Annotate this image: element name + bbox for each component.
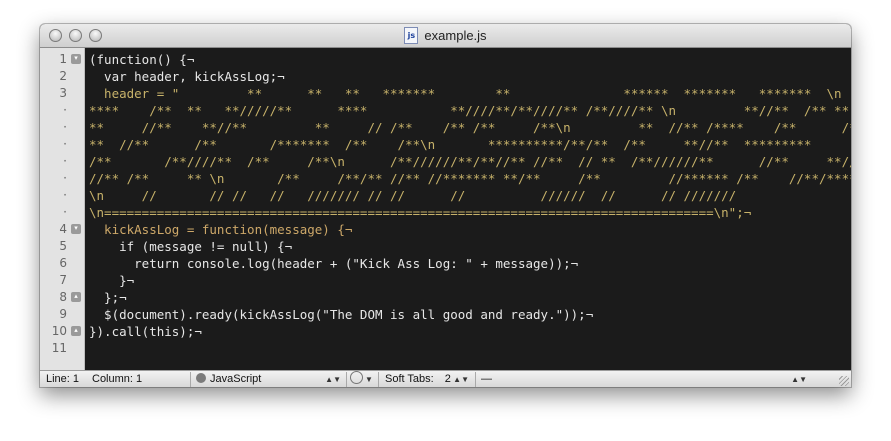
status-divider — [475, 372, 476, 387]
code-editor[interactable]: (function() {¬ var header, kickAssLog;¬ … — [85, 48, 851, 370]
gutter-row-3: 3 — [40, 85, 84, 102]
language-label: JavaScript — [210, 373, 262, 385]
dropdown-arrow-icon: ▼ — [365, 375, 373, 384]
wrap-indicator: · — [63, 154, 67, 168]
status-divider — [346, 372, 347, 387]
language-popup[interactable]: JavaScript ▲▼ — [196, 371, 345, 387]
code-line-7[interactable]: }¬ — [89, 272, 134, 289]
gutter-row-wrap: · — [40, 136, 84, 153]
code-line-9[interactable]: $(document).ready(kickAssLog("The DOM is… — [89, 306, 593, 323]
wrap-indicator: · — [63, 188, 67, 202]
javascript-file-icon: js — [404, 27, 419, 44]
gutter-row-wrap: · — [40, 204, 84, 221]
line-number: 7 — [59, 273, 67, 287]
line-number-gutter[interactable]: 1 ▾ 2 3 · · · · · · · 4 ▾ 5 6 7 8 ▴ 9 10 ▴ 1… — [40, 48, 85, 370]
line-number: 2 — [59, 69, 67, 83]
status-divider — [190, 372, 191, 387]
popup-arrows-icon: ▲▼ — [453, 375, 469, 384]
line-number: 3 — [59, 86, 67, 100]
popup-arrows-icon: ▲▼ — [791, 375, 807, 384]
fold-start-icon[interactable]: ▾ — [71, 224, 81, 234]
soft-tabs-popup[interactable]: Soft Tabs: 2 ▲▼ — [385, 371, 473, 387]
column-indicator: Column: 1 — [92, 373, 143, 385]
code-line-wrap[interactable]: \n // // // // /////// // // // ////// /… — [89, 187, 736, 204]
line-indicator: Line: 1 — [46, 373, 80, 385]
line-number: 8 — [59, 290, 67, 304]
code-line-5[interactable]: if (message != null) {¬ — [89, 238, 292, 255]
fold-end-icon[interactable]: ▴ — [71, 292, 81, 302]
wrap-indicator: · — [63, 137, 67, 151]
code-line-wrap[interactable]: **** /** ** **/////** **** **////**/**//… — [89, 102, 849, 119]
gutter-row-wrap: · — [40, 102, 84, 119]
gutter-row-7: 7 — [40, 272, 84, 289]
line-number: 1 — [59, 52, 67, 66]
wrap-indicator: · — [63, 171, 67, 185]
wrap-indicator: · — [63, 205, 67, 219]
code-line-wrap[interactable]: //** /** ** \n /** /**/** //** //*******… — [89, 170, 851, 187]
line-number: 4 — [59, 222, 67, 236]
wrap-indicator: · — [63, 103, 67, 117]
code-line-6[interactable]: return console.log(header + ("Kick Ass L… — [89, 255, 578, 272]
line-number: 11 — [51, 341, 67, 355]
code-line-8[interactable]: };¬ — [89, 289, 127, 306]
editor-window: js example.js 1 ▾ 2 3 · · · · · · · 4 ▾ 5 … — [40, 24, 851, 387]
gutter-row-wrap: · — [40, 119, 84, 136]
code-line-3[interactable]: header = " ** ** ** ******* ** ****** **… — [89, 85, 842, 102]
code-line-wrap[interactable]: ** //** **//** ** // /** /** /** /**\n *… — [89, 119, 851, 136]
gutter-row-2: 2 — [40, 68, 84, 85]
gutter-row-1: 1 ▾ — [40, 51, 84, 68]
gutter-row-8: 8 ▴ — [40, 289, 84, 306]
clock-icon — [196, 373, 206, 383]
title-bar[interactable]: js example.js — [40, 24, 851, 48]
code-line-2[interactable]: var header, kickAssLog;¬ — [89, 68, 285, 85]
code-line-wrap[interactable]: \n======================================… — [89, 204, 751, 221]
status-divider — [378, 372, 379, 387]
symbol-popup[interactable]: — ▲▼ — [481, 371, 811, 387]
soft-tabs-value: 2 — [444, 373, 451, 385]
gutter-row-6: 6 — [40, 255, 84, 272]
symbol-label: — — [481, 373, 492, 385]
gutter-row-wrap: · — [40, 153, 84, 170]
code-line-1[interactable]: (function() {¬ — [89, 51, 194, 68]
fold-start-icon[interactable]: ▾ — [71, 54, 81, 64]
code-line-wrap[interactable]: ** //** /** /******* /** /**\n *********… — [89, 136, 811, 153]
gutter-row-9: 9 — [40, 306, 84, 323]
gutter-row-11: 11 — [40, 340, 84, 357]
gutter-row-wrap: · — [40, 187, 84, 204]
gutter-row-5: 5 — [40, 238, 84, 255]
bundle-menu[interactable]: ▼ — [350, 371, 374, 387]
gear-icon — [350, 371, 363, 384]
code-line-wrap[interactable]: /** /**////** /** /**\n /**//////**/**//… — [89, 153, 851, 170]
line-number: 9 — [59, 307, 67, 321]
resize-grip-icon[interactable] — [839, 376, 849, 386]
fold-end-icon[interactable]: ▴ — [71, 326, 81, 336]
gutter-row-wrap: · — [40, 170, 84, 187]
line-number: 5 — [59, 239, 67, 253]
line-number: 10 — [51, 324, 67, 338]
soft-tabs-label: Soft Tabs: — [385, 373, 434, 385]
code-line-10[interactable]: }).call(this);¬ — [89, 323, 202, 340]
window-title: example.js — [424, 28, 487, 43]
line-number: 6 — [59, 256, 67, 270]
code-line-4[interactable]: kickAssLog = function(message) {¬ — [89, 221, 352, 238]
gutter-row-4: 4 ▾ — [40, 221, 84, 238]
popup-arrows-icon: ▲▼ — [325, 375, 341, 384]
wrap-indicator: · — [63, 120, 67, 134]
status-bar: Line: 1 Column: 1 JavaScript ▲▼ ▼ Soft T… — [40, 370, 851, 387]
gutter-row-10: 10 ▴ — [40, 323, 84, 340]
